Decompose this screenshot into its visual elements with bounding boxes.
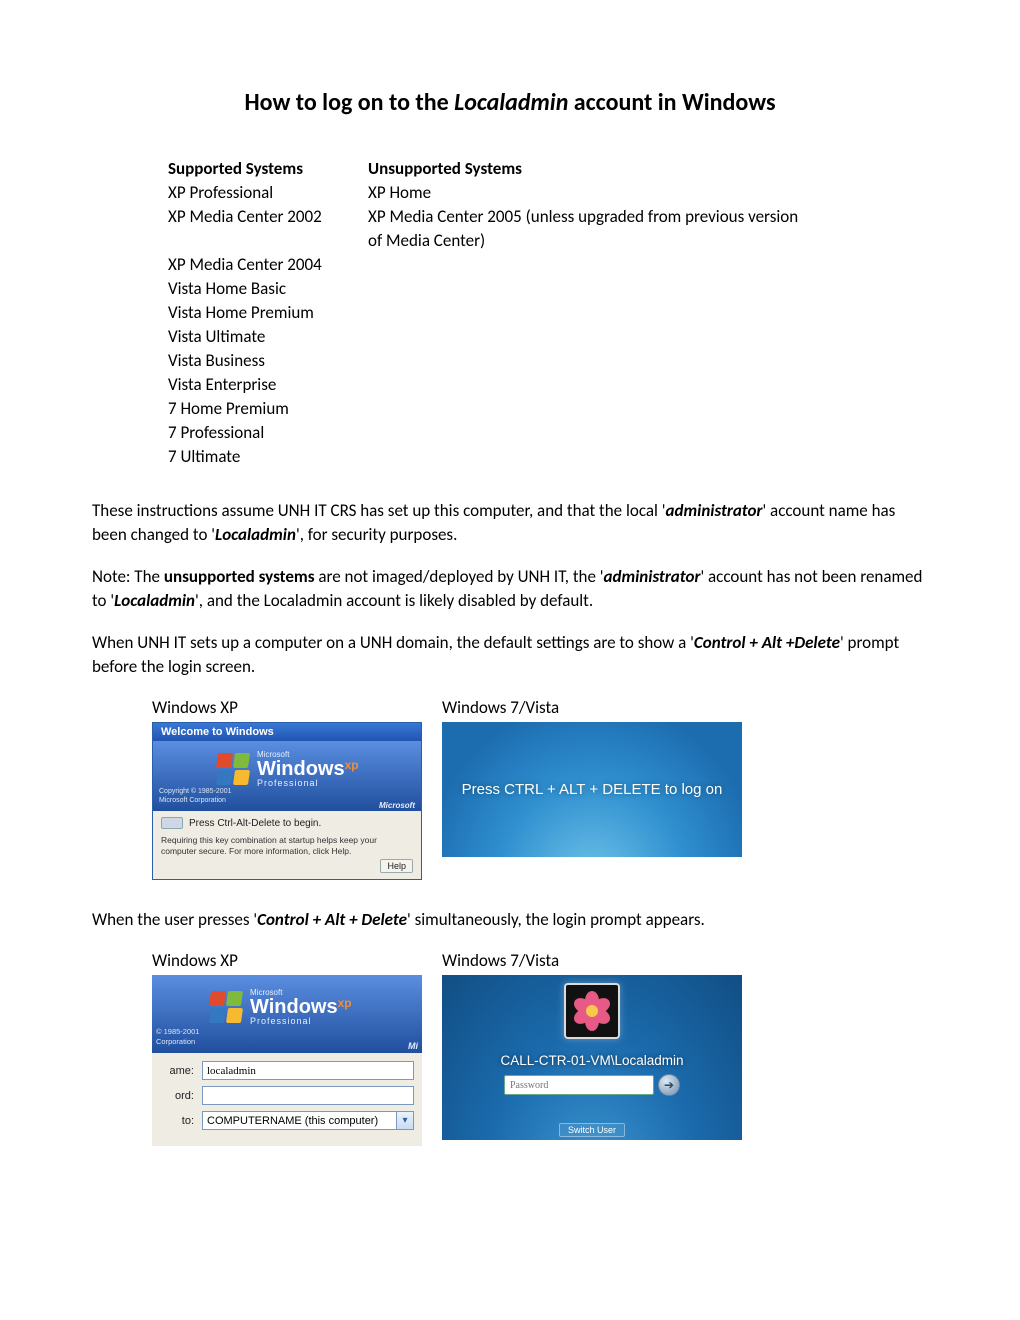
paragraph: These instructions assume UNH IT CRS has… (92, 499, 928, 547)
paragraph: When the user presses 'Control + Alt + D… (92, 908, 928, 932)
page-title: How to log on to the Localadmin account … (92, 88, 928, 117)
user-avatar-tile (564, 983, 620, 1039)
paragraph: Note: The unsupported systems are not im… (92, 565, 928, 613)
list-item: XP Home (368, 181, 808, 205)
password-label: ord: (160, 1090, 194, 1102)
password-input[interactable] (202, 1086, 414, 1105)
password-input[interactable] (504, 1075, 654, 1095)
microsoft-text: Microsoft (379, 801, 415, 810)
xp-login-form: ame: ord: to: COMPUTERNAME (this compute… (152, 1053, 422, 1146)
list-item: XP Media Center 2002 (168, 205, 368, 229)
list-item: Vista Home Basic (168, 277, 368, 301)
chevron-down-icon[interactable]: ▾ (396, 1111, 414, 1130)
xp-banner: Microsoft Windowsxp Professional © 1985-… (152, 975, 422, 1053)
w7-cad-screen: Press CTRL + ALT + DELETE to log on (442, 722, 742, 857)
list-item: XP Media Center 2004 (168, 253, 368, 277)
w7-label: Windows 7/Vista (442, 950, 742, 971)
supported-heading: Supported Systems (168, 157, 368, 181)
systems-table: Supported Systems XP Professional XP Med… (168, 157, 928, 469)
username-input[interactable] (202, 1061, 414, 1080)
unsupported-column: Unsupported Systems XP Home XP Media Cen… (368, 157, 808, 469)
xp-welcome-dialog: Welcome to Windows Microsoft Windowsxp P… (152, 722, 422, 880)
xp-titlebar: Welcome to Windows (153, 723, 421, 741)
screenshot-row-cad: Windows XP Welcome to Windows Microsoft … (152, 697, 928, 880)
microsoft-text: Mi (408, 1041, 418, 1051)
list-item: XP Media Center 2005 (unless upgraded fr… (368, 205, 808, 253)
xp-label: Windows XP (152, 697, 422, 718)
list-item (168, 229, 368, 253)
help-button[interactable]: Help (380, 859, 413, 873)
flower-icon (572, 991, 612, 1031)
xp-login-column: Windows XP Microsoft Windowsxp Professio… (152, 950, 422, 1146)
supported-column: Supported Systems XP Professional XP Med… (168, 157, 368, 469)
copyright-text: Copyright © 1985-2001 Microsoft Corporat… (159, 787, 231, 805)
list-item: Vista Home Premium (168, 301, 368, 325)
cad-instruction: Press Ctrl-Alt-Delete to begin. (189, 818, 321, 829)
username-display: CALL-CTR-01-VM\Localadmin (500, 1053, 683, 1068)
switch-user-button[interactable]: Switch User (559, 1123, 625, 1137)
list-item: 7 Professional (168, 421, 368, 445)
paragraph: When UNH IT sets up a computer on a UNH … (92, 631, 928, 679)
list-item: 7 Home Premium (168, 397, 368, 421)
username-label: ame: (160, 1065, 194, 1077)
w7-login-screen: CALL-CTR-01-VM\Localadmin ➔ Switch User (442, 975, 742, 1140)
list-item: Vista Ultimate (168, 325, 368, 349)
list-item: Vista Enterprise (168, 373, 368, 397)
title-pre: How to log on to the (244, 88, 454, 117)
xp-banner: Microsoft Windowsxp Professional Copyrig… (153, 741, 421, 811)
logon-to-label: to: (160, 1115, 194, 1127)
windows-flag-icon (217, 753, 251, 787)
screenshot-row-login: Windows XP Microsoft Windowsxp Professio… (152, 950, 928, 1146)
windows-xp-logo: Microsoft Windowsxp Professional (210, 989, 352, 1026)
w7-cad-column: Windows 7/Vista Press CTRL + ALT + DELET… (442, 697, 742, 880)
copyright-text: © 1985-2001 Corporation (156, 1027, 199, 1047)
xp-label: Windows XP (152, 950, 422, 971)
xp-cad-column: Windows XP Welcome to Windows Microsoft … (152, 697, 422, 880)
title-em: Localadmin (454, 88, 568, 117)
list-item: XP Professional (168, 181, 368, 205)
xp-login-dialog: Microsoft Windowsxp Professional © 1985-… (152, 975, 422, 1146)
domain-select[interactable]: COMPUTERNAME (this computer) (202, 1111, 396, 1130)
list-item: 7 Ultimate (168, 445, 368, 469)
keyboard-icon (161, 817, 183, 829)
w7-label: Windows 7/Vista (442, 697, 742, 718)
windows-xp-logo: Microsoft Windowsxp Professional (217, 751, 359, 788)
security-note: Requiring this key combination at startu… (161, 835, 413, 857)
list-item: Vista Business (168, 349, 368, 373)
submit-arrow-icon[interactable]: ➔ (658, 1074, 680, 1096)
title-post: account in Windows (568, 88, 775, 117)
unsupported-heading: Unsupported Systems (368, 157, 808, 181)
xp-welcome-body: Press Ctrl-Alt-Delete to begin. Requirin… (153, 811, 421, 879)
cad-instruction: Press CTRL + ALT + DELETE to log on (462, 781, 723, 798)
w7-login-column: Windows 7/Vista CALL-CTR-01-VM\Localadmi… (442, 950, 742, 1146)
windows-flag-icon (210, 991, 244, 1025)
